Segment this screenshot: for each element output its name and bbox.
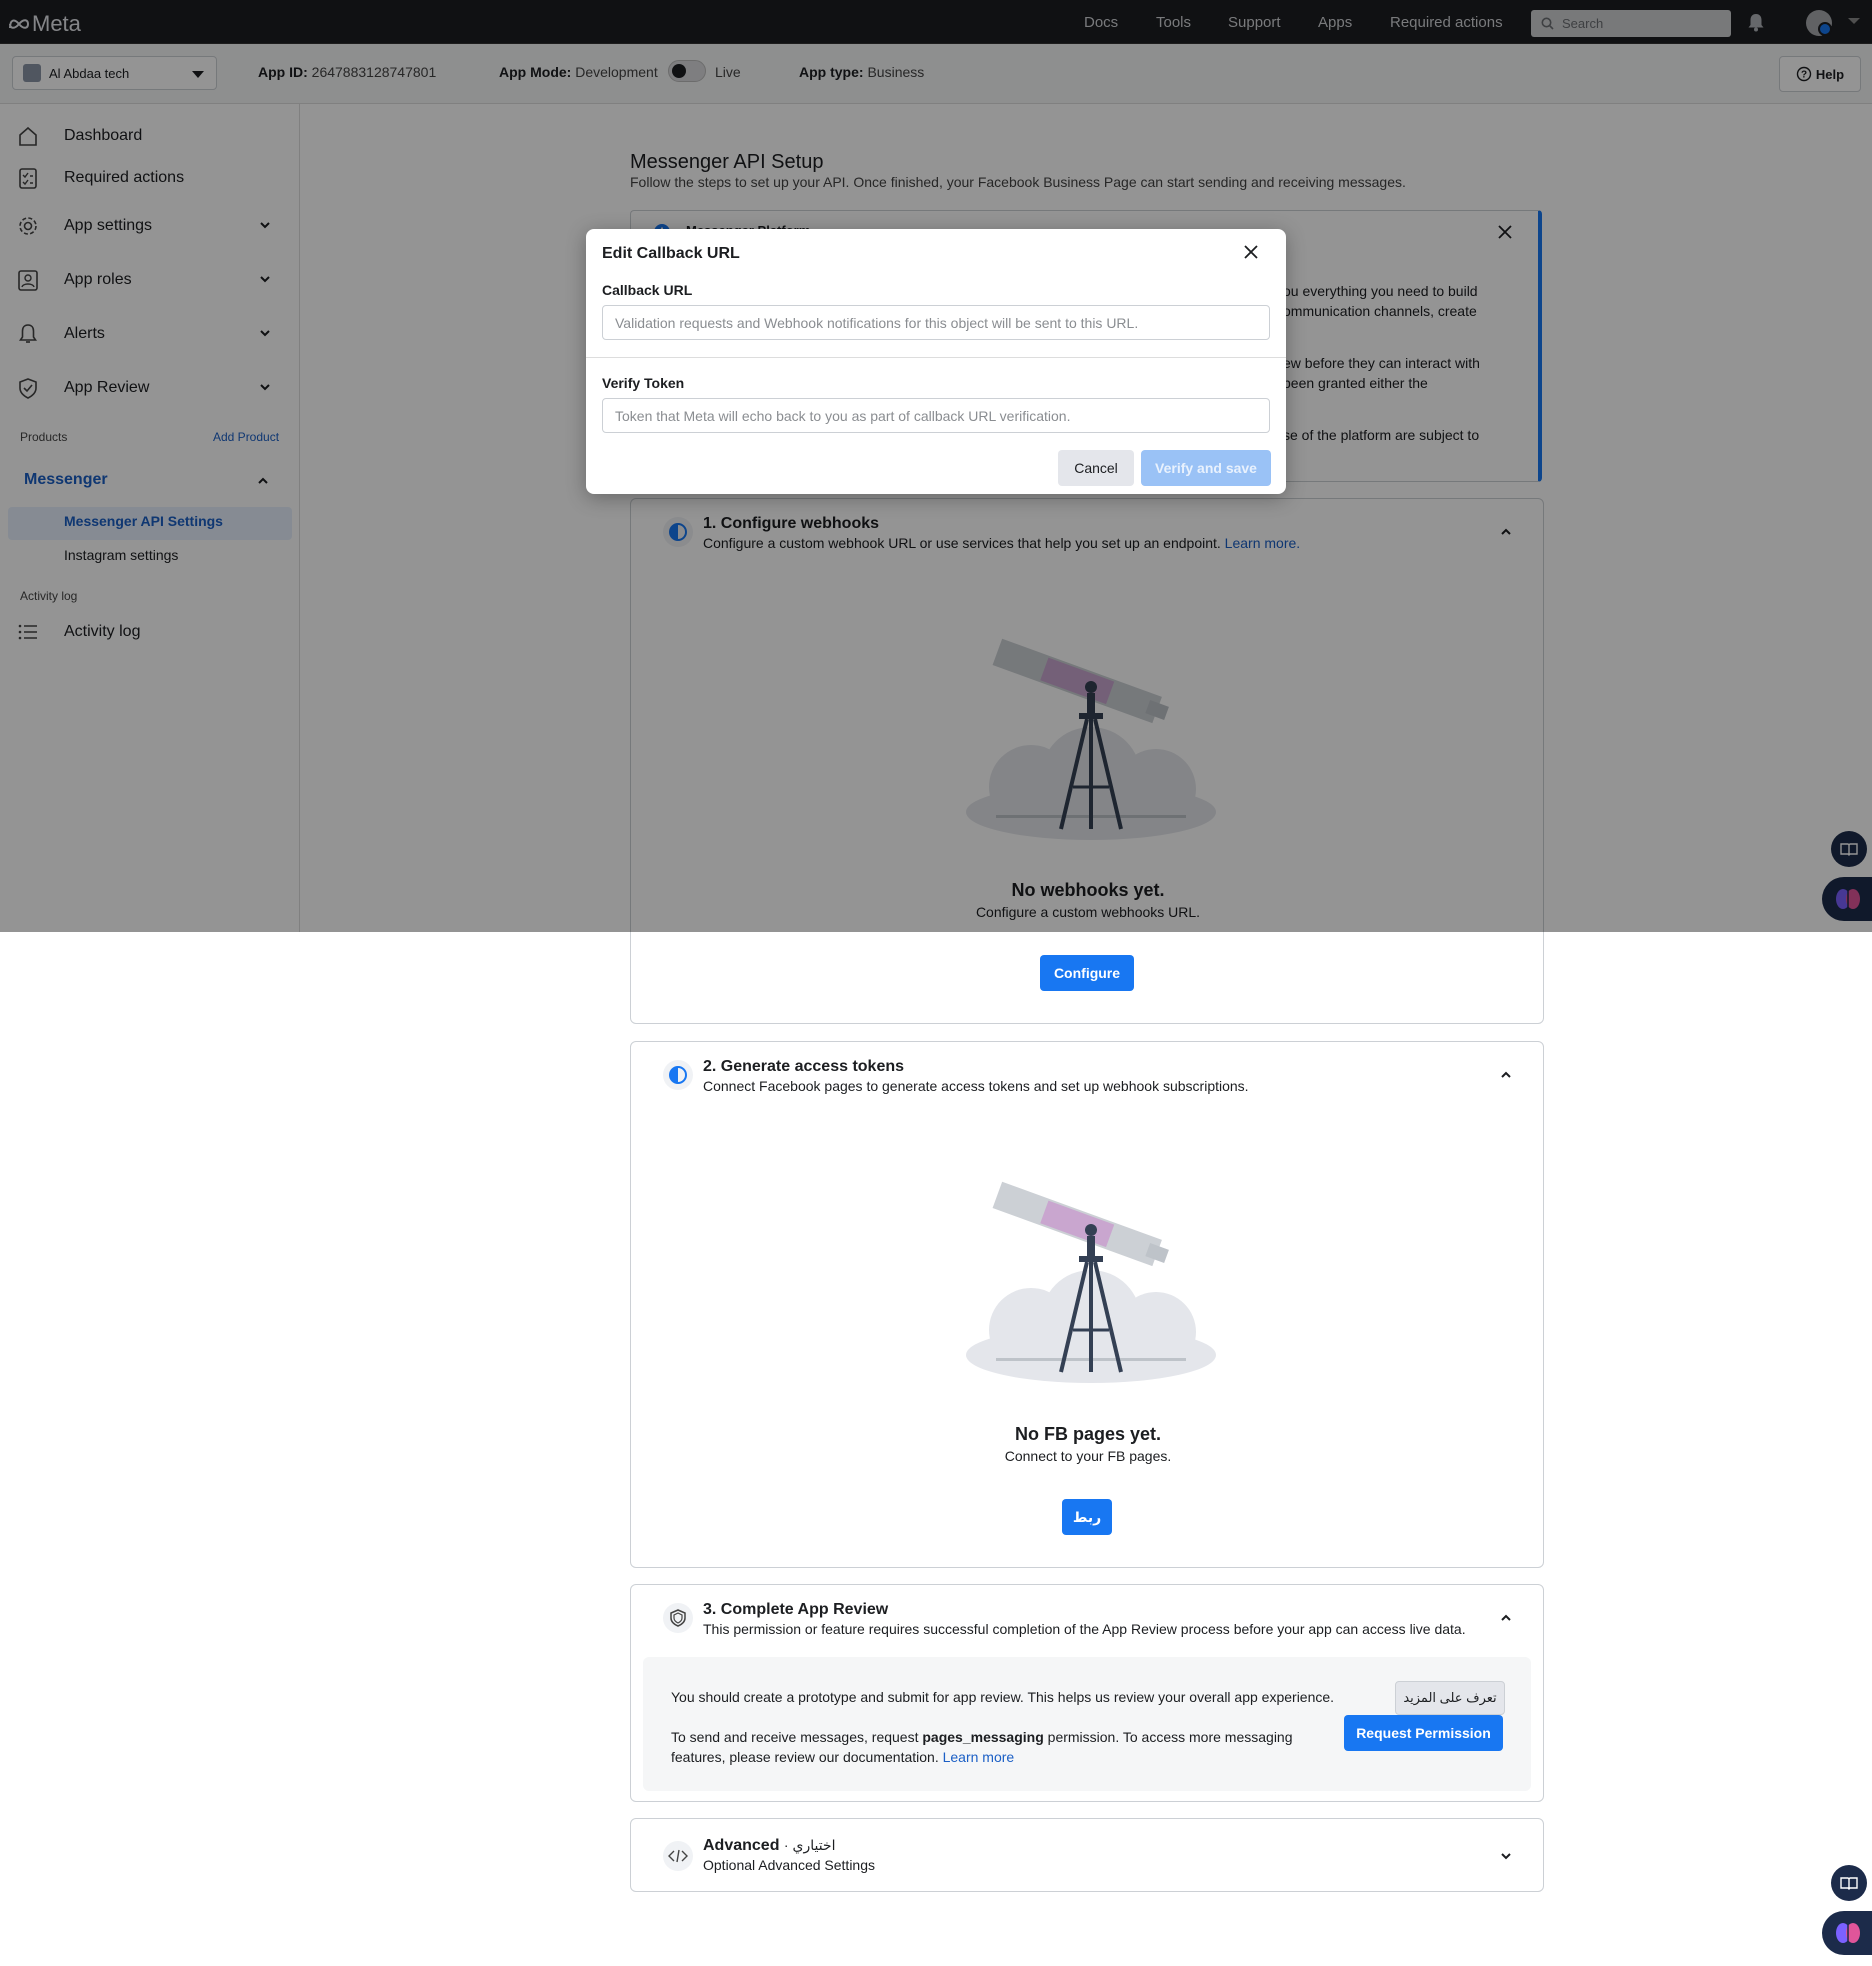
request-permission-button[interactable]: Request Permission — [1344, 1715, 1503, 1751]
brain-icon — [1836, 1923, 1860, 1943]
empty-state-title: No FB pages yet. — [1014, 1424, 1162, 1444]
step-title: 2. Generate access tokens — [703, 1058, 905, 1075]
telescope-illustration — [966, 1181, 1216, 1383]
step-complete-app-review: 3. Complete App Review This permission o… — [630, 1584, 1544, 1802]
chevron-up-icon[interactable] — [1499, 1068, 1513, 1082]
review-text-line: features, please review our documentatio… — [671, 1749, 1015, 1765]
learn-more-button[interactable]: تعرف على المزيد — [1395, 1681, 1505, 1715]
step-subtitle: Connect Facebook pages to generate acces… — [703, 1078, 1249, 1094]
step-title: Advanced · اختياري — [703, 1837, 836, 1854]
close-icon[interactable] — [1244, 245, 1258, 259]
step-generate-access-tokens: 2. Generate access tokens Connect Facebo… — [630, 1041, 1544, 1568]
advanced-settings-section[interactable]: Advanced · اختياري Optional Advanced Set… — [630, 1818, 1544, 1892]
cancel-button[interactable]: Cancel — [1058, 450, 1134, 486]
book-icon — [1840, 1877, 1858, 1890]
edit-callback-url-dialog: Edit Callback URL Callback URL Verify To… — [586, 229, 1286, 494]
empty-state-subtitle: Connect to your FB pages. — [1004, 1448, 1172, 1464]
chevron-up-icon[interactable] — [1499, 1611, 1513, 1625]
review-text-line: You should create a prototype and submit… — [671, 1689, 1335, 1705]
callback-url-input[interactable] — [602, 305, 1270, 340]
learn-more-link[interactable]: Learn more — [943, 1749, 1015, 1765]
step-title: 3. Complete App Review — [703, 1601, 889, 1618]
callback-url-label: Callback URL — [602, 282, 693, 298]
review-text-line: To send and receive messages, request pa… — [671, 1729, 1293, 1745]
verify-token-input[interactable] — [602, 398, 1270, 433]
reader-mode-button[interactable] — [1831, 1865, 1867, 1901]
shield-icon — [663, 1603, 693, 1633]
ai-assistant-button[interactable] — [1822, 1911, 1872, 1955]
configure-button[interactable]: Configure — [1040, 955, 1134, 991]
step-subtitle: This permission or feature requires succ… — [703, 1621, 1466, 1637]
divider — [586, 357, 1286, 358]
step-subtitle: Optional Advanced Settings — [703, 1857, 876, 1873]
dialog-title: Edit Callback URL — [602, 245, 740, 262]
half-circle-progress-icon — [663, 1060, 693, 1090]
verify-and-save-button[interactable]: Verify and save — [1141, 450, 1271, 486]
verify-token-label: Verify Token — [602, 375, 685, 391]
chevron-down-icon[interactable] — [1499, 1849, 1513, 1863]
app-review-box: You should create a prototype and submit… — [643, 1657, 1531, 1791]
code-icon — [663, 1841, 693, 1871]
connect-button[interactable]: ربط — [1062, 1499, 1112, 1535]
